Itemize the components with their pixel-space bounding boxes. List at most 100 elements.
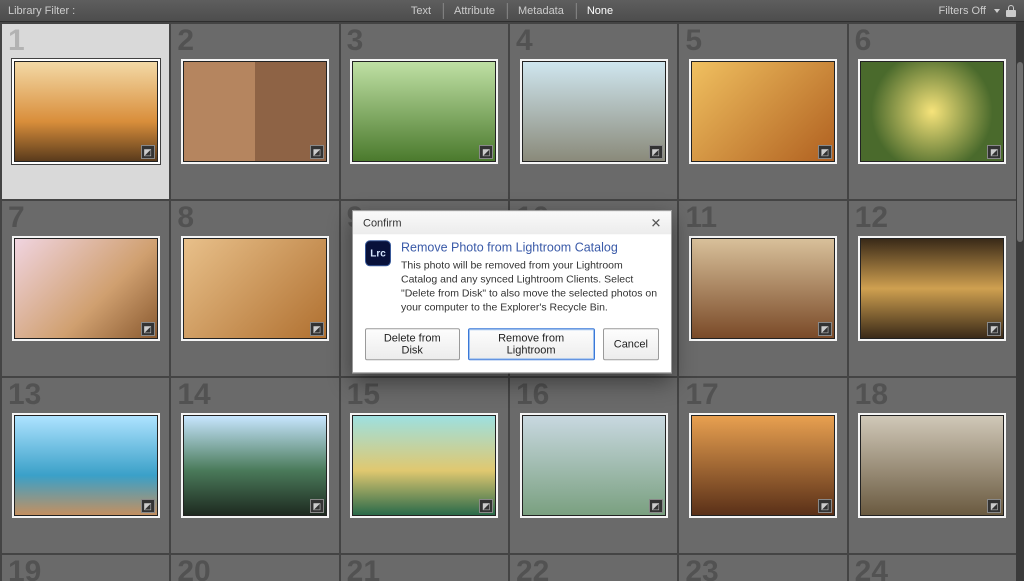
thumb-badge-icon: ◩: [141, 145, 155, 159]
thumbnail[interactable]: ◩: [352, 415, 496, 517]
thumb-badge-icon: ◩: [141, 322, 155, 336]
grid-cell[interactable]: 19: [2, 555, 169, 581]
thumbnail[interactable]: ◩: [14, 61, 158, 163]
remove-from-lightroom-button[interactable]: Remove from Lightroom: [468, 329, 595, 361]
filter-tab-text[interactable]: Text: [401, 3, 441, 19]
dialog-content: Remove Photo from Lightroom Catalog This…: [401, 240, 659, 314]
grid-cell[interactable]: 4 ◩: [510, 24, 677, 199]
cell-index: 1: [8, 26, 25, 56]
thumbnail[interactable]: ◩: [860, 238, 1004, 340]
grid-cell[interactable]: 13 ◩: [2, 378, 169, 553]
cancel-button[interactable]: Cancel: [603, 329, 659, 361]
grid-cell[interactable]: 6 ◩: [849, 24, 1016, 199]
filter-tabs: Text Attribute Metadata None: [401, 3, 623, 19]
grid-cell[interactable]: 15 ◩: [341, 378, 508, 553]
thumb-badge-icon: ◩: [310, 499, 324, 513]
thumb-badge-icon: ◩: [987, 499, 1001, 513]
thumb-badge-icon: ◩: [310, 322, 324, 336]
cell-index: 20: [177, 557, 210, 581]
filters-off-label[interactable]: Filters Off: [939, 5, 986, 17]
thumb-badge-icon: ◩: [141, 499, 155, 513]
grid-cell[interactable]: 2 ◩: [171, 24, 338, 199]
thumbnail[interactable]: ◩: [183, 415, 327, 517]
lightroom-app-icon: Lrc: [365, 240, 391, 266]
confirm-dialog: Confirm ✕ Lrc Remove Photo from Lightroo…: [352, 210, 672, 373]
app-icon-label: Lrc: [370, 248, 386, 259]
thumbnail[interactable]: ◩: [522, 415, 666, 517]
cell-index: 3: [347, 26, 364, 56]
cell-index: 22: [516, 557, 549, 581]
delete-from-disk-button[interactable]: Delete from Disk: [365, 329, 460, 361]
grid-scrollbar[interactable]: [1016, 22, 1024, 581]
dialog-titlebar: Confirm ✕: [353, 211, 671, 234]
thumbnail[interactable]: ◩: [183, 238, 327, 340]
cell-index: 8: [177, 203, 194, 233]
cell-index: 14: [177, 380, 210, 410]
thumb-badge-icon: ◩: [649, 145, 663, 159]
grid-cell[interactable]: 22: [510, 555, 677, 581]
thumb-badge-icon: ◩: [649, 499, 663, 513]
grid-cell[interactable]: 8 ◩: [171, 201, 338, 376]
filters-dropdown-icon[interactable]: [994, 9, 1000, 13]
thumbnail[interactable]: ◩: [352, 61, 496, 163]
grid-cell[interactable]: 23: [679, 555, 846, 581]
thumbnail[interactable]: ◩: [691, 61, 835, 163]
grid-cell[interactable]: 1 ◩: [2, 24, 169, 199]
thumb-badge-icon: ◩: [479, 145, 493, 159]
thumbnail[interactable]: ◩: [183, 61, 327, 163]
dialog-close-icon[interactable]: ✕: [649, 216, 663, 230]
grid-cell[interactable]: 20: [171, 555, 338, 581]
thumbnail[interactable]: ◩: [14, 415, 158, 517]
thumbnail[interactable]: ◩: [860, 415, 1004, 517]
cell-index: 2: [177, 26, 194, 56]
thumb-badge-icon: ◩: [987, 145, 1001, 159]
grid-cell[interactable]: 17 ◩: [679, 378, 846, 553]
dialog-title: Confirm: [363, 217, 402, 229]
grid-cell[interactable]: 21: [341, 555, 508, 581]
cell-index: 6: [855, 26, 872, 56]
dialog-message: This photo will be removed from your Lig…: [401, 259, 659, 314]
thumbnail[interactable]: ◩: [522, 61, 666, 163]
cell-index: 13: [8, 380, 41, 410]
cell-index: 11: [685, 203, 717, 233]
cell-index: 18: [855, 380, 888, 410]
thumb-badge-icon: ◩: [818, 145, 832, 159]
thumb-badge-icon: ◩: [310, 145, 324, 159]
grid-cell[interactable]: 14 ◩: [171, 378, 338, 553]
filter-tab-attribute[interactable]: Attribute: [443, 3, 505, 19]
grid-cell[interactable]: 5 ◩: [679, 24, 846, 199]
thumb-badge-icon: ◩: [479, 499, 493, 513]
cell-index: 19: [8, 557, 41, 581]
dialog-heading: Remove Photo from Lightroom Catalog: [401, 240, 659, 254]
grid-cell[interactable]: 18 ◩: [849, 378, 1016, 553]
filter-tab-none[interactable]: None: [576, 3, 623, 19]
thumbnail[interactable]: ◩: [691, 415, 835, 517]
cell-index: 5: [685, 26, 702, 56]
library-grid-wrap: 1 ◩ 2 ◩ 3 ◩ 4 ◩ 5 ◩ 6 ◩ 7 ◩ 8 ◩: [0, 22, 1024, 581]
cell-index: 24: [855, 557, 888, 581]
filter-bar-label: Library Filter :: [8, 5, 75, 17]
grid-cell[interactable]: 24: [849, 555, 1016, 581]
library-filter-bar: Library Filter : Text Attribute Metadata…: [0, 0, 1024, 22]
cell-index: 17: [685, 380, 718, 410]
thumb-badge-icon: ◩: [987, 322, 1001, 336]
thumbnail[interactable]: ◩: [14, 238, 158, 340]
grid-cell[interactable]: 12 ◩: [849, 201, 1016, 376]
thumbnail[interactable]: ◩: [691, 238, 835, 340]
dialog-body: Lrc Remove Photo from Lightroom Catalog …: [353, 234, 671, 324]
grid-cell[interactable]: 7 ◩: [2, 201, 169, 376]
filter-bar-right: Filters Off: [939, 5, 1016, 17]
grid-cell[interactable]: 3 ◩: [341, 24, 508, 199]
thumbnail[interactable]: ◩: [860, 61, 1004, 163]
grid-cell[interactable]: 11 ◩: [679, 201, 846, 376]
filter-lock-icon[interactable]: [1006, 5, 1016, 17]
cell-index: 7: [8, 203, 25, 233]
grid-cell[interactable]: 16 ◩: [510, 378, 677, 553]
filter-tab-metadata[interactable]: Metadata: [507, 3, 574, 19]
dialog-button-row: Delete from Disk Remove from Lightroom C…: [353, 325, 671, 373]
thumb-badge-icon: ◩: [818, 322, 832, 336]
cell-index: 4: [516, 26, 533, 56]
cell-index: 12: [855, 203, 888, 233]
cell-index: 21: [347, 557, 380, 581]
thumb-badge-icon: ◩: [818, 499, 832, 513]
